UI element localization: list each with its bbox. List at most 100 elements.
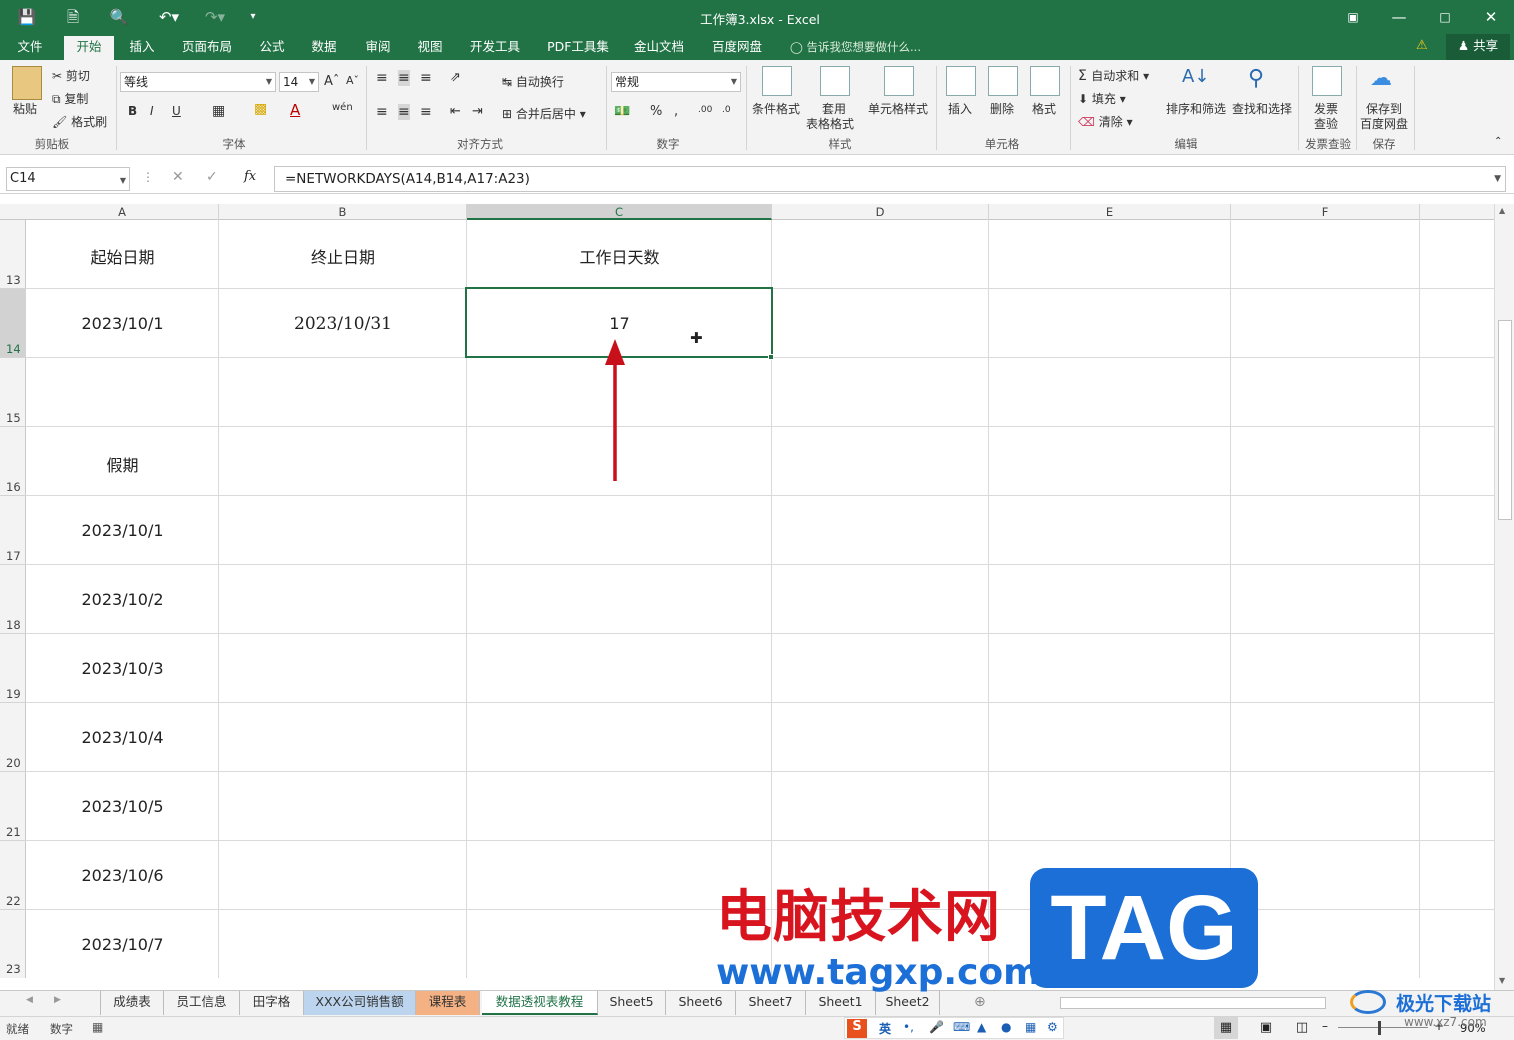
tab-baidu-netdisk[interactable]: 百度网盘 bbox=[704, 34, 770, 60]
row-header-16[interactable]: 16 bbox=[0, 427, 26, 496]
sheet-tab-sheet1[interactable]: Sheet1 bbox=[806, 991, 876, 1015]
column-header-d[interactable]: D bbox=[772, 204, 989, 220]
column-header-a[interactable]: A bbox=[26, 204, 219, 220]
cell-a18[interactable]: 2023/10/2 bbox=[26, 590, 219, 609]
tab-home[interactable]: 开始 bbox=[64, 36, 114, 60]
sheet-tab-grades[interactable]: 成绩表 bbox=[100, 991, 164, 1015]
invoice-check-icon[interactable] bbox=[1312, 66, 1342, 96]
cancel-icon[interactable]: ✕ bbox=[172, 169, 184, 185]
cell-a22[interactable]: 2023/10/6 bbox=[26, 866, 219, 885]
phonetic-icon[interactable]: wén bbox=[332, 102, 353, 113]
format-painter-button[interactable]: 🖌 格式刷 bbox=[52, 113, 107, 130]
ime-toolbox-icon[interactable]: ▦ bbox=[1025, 1020, 1036, 1034]
ime-game-icon[interactable]: ● bbox=[1001, 1020, 1011, 1034]
format-cells-button[interactable]: 格式 bbox=[1032, 100, 1056, 117]
row-header-18[interactable]: 18 bbox=[0, 565, 26, 634]
redo-icon[interactable]: ↷▾ bbox=[198, 6, 232, 28]
cell-a19[interactable]: 2023/10/3 bbox=[26, 659, 219, 678]
save-to-netdisk-line2[interactable]: 百度网盘 bbox=[1360, 115, 1408, 132]
tab-file[interactable]: 文件 bbox=[8, 34, 52, 60]
column-header-b[interactable]: B bbox=[219, 204, 467, 220]
sheet-tab-sheet6[interactable]: Sheet6 bbox=[666, 991, 736, 1015]
copy-button[interactable]: ⧉ 复制 bbox=[52, 90, 88, 107]
ime-voice-icon[interactable]: 🎤 bbox=[929, 1020, 944, 1034]
cell-a16[interactable]: 假期 bbox=[26, 452, 219, 476]
collapse-ribbon-icon[interactable]: ⌃ bbox=[1494, 136, 1502, 147]
conditional-format-icon[interactable] bbox=[762, 66, 792, 96]
cell-styles-button[interactable]: 单元格样式 bbox=[868, 100, 928, 117]
sheet-tab-tianzige[interactable]: 田字格 bbox=[240, 991, 304, 1015]
bold-icon[interactable]: B bbox=[128, 104, 137, 118]
insert-cells-icon[interactable] bbox=[946, 66, 976, 96]
maximize-icon[interactable]: □ bbox=[1434, 6, 1456, 28]
font-name-select[interactable]: 等线 ▼ bbox=[120, 72, 276, 92]
align-bottom-icon[interactable]: ≡ bbox=[420, 70, 432, 86]
align-left-icon[interactable]: ≡ bbox=[376, 104, 388, 120]
merge-center-button[interactable]: ⊞ 合并后居中 ▾ bbox=[502, 105, 586, 122]
tab-developer[interactable]: 开发工具 bbox=[462, 34, 528, 60]
wrap-text-button[interactable]: ↹ 自动换行 bbox=[502, 73, 564, 90]
tab-view[interactable]: 视图 bbox=[408, 34, 452, 60]
close-icon[interactable]: ✕ bbox=[1480, 6, 1502, 28]
tab-jinshan-docs[interactable]: 金山文档 bbox=[626, 34, 692, 60]
clear-button[interactable]: ⌫ 清除 ▾ bbox=[1078, 113, 1133, 130]
column-header-e[interactable]: E bbox=[989, 204, 1231, 220]
zoom-out-icon[interactable]: – bbox=[1322, 1019, 1328, 1033]
row-header-20[interactable]: 20 bbox=[0, 703, 26, 772]
customize-quick-access-icon[interactable]: ▾ bbox=[242, 6, 264, 28]
horizontal-scrollbar[interactable] bbox=[1060, 997, 1326, 1009]
sort-filter-button[interactable]: 排序和筛选 bbox=[1166, 100, 1226, 117]
cut-button[interactable]: ✂ 剪切 bbox=[52, 67, 90, 84]
normal-view-icon[interactable]: ▦ bbox=[1214, 1017, 1238, 1039]
sheet-tab-sheet5[interactable]: Sheet5 bbox=[598, 991, 666, 1015]
format-cells-icon[interactable] bbox=[1030, 66, 1060, 96]
grow-font-icon[interactable]: Aˆ bbox=[324, 74, 339, 89]
paste-button[interactable]: 粘贴 bbox=[13, 100, 37, 117]
increase-decimal-icon[interactable]: .00 bbox=[698, 105, 712, 115]
minimize-icon[interactable]: — bbox=[1388, 6, 1410, 28]
tab-pdf-tools[interactable]: PDF工具集 bbox=[540, 34, 616, 60]
row-header-23[interactable]: 23 bbox=[0, 910, 26, 978]
ime-skin-icon[interactable]: ▲ bbox=[977, 1020, 986, 1034]
ime-punct-icon[interactable]: •, bbox=[903, 1020, 914, 1034]
row-header-17[interactable]: 17 bbox=[0, 496, 26, 565]
percent-icon[interactable]: % bbox=[650, 104, 662, 119]
cell-a21[interactable]: 2023/10/5 bbox=[26, 797, 219, 816]
autosum-button[interactable]: Σ 自动求和 ▾ bbox=[1078, 67, 1149, 84]
column-header-c[interactable]: C bbox=[467, 204, 772, 220]
cell-a23[interactable]: 2023/10/7 bbox=[26, 935, 219, 954]
italic-icon[interactable]: I bbox=[150, 104, 154, 118]
align-top-icon[interactable]: ≡ bbox=[376, 70, 388, 86]
row-header-14[interactable]: 14 bbox=[0, 289, 26, 358]
sheet-tab-pivot-tutorial[interactable]: 数据透视表教程 bbox=[482, 991, 598, 1015]
format-as-table-line2[interactable]: 表格格式 bbox=[806, 115, 854, 132]
name-box[interactable]: C14 ▼ bbox=[6, 167, 130, 191]
invoice-check-line2[interactable]: 查验 bbox=[1314, 115, 1338, 132]
cell-b14[interactable]: 2023/10/31 bbox=[219, 314, 467, 334]
tab-review[interactable]: 审阅 bbox=[356, 34, 400, 60]
row-header-22[interactable]: 22 bbox=[0, 841, 26, 910]
row-header-13[interactable]: 13 bbox=[0, 220, 26, 289]
row-header-19[interactable]: 19 bbox=[0, 634, 26, 703]
insert-cells-button[interactable]: 插入 bbox=[948, 100, 972, 117]
fill-handle[interactable] bbox=[768, 354, 774, 360]
font-color-icon[interactable]: A bbox=[290, 101, 300, 119]
currency-icon[interactable]: 💵 bbox=[614, 104, 630, 119]
tab-data[interactable]: 数据 bbox=[302, 34, 346, 60]
ime-keyboard-icon[interactable]: ⌨ bbox=[953, 1020, 970, 1034]
sheet-next-icon[interactable]: ▶ bbox=[54, 995, 61, 1005]
ribbon-display-icon[interactable]: ▣ bbox=[1342, 6, 1364, 28]
add-sheet-icon[interactable]: ⊕ bbox=[974, 994, 986, 1010]
fill-color-icon[interactable]: ▩ bbox=[254, 101, 267, 117]
shrink-font-icon[interactable]: Aˇ bbox=[346, 74, 359, 87]
ime-settings-icon[interactable]: ⚙ bbox=[1047, 1020, 1058, 1034]
scroll-thumb[interactable] bbox=[1498, 320, 1512, 520]
preview-icon[interactable]: 🔍 bbox=[108, 6, 130, 28]
align-right-icon[interactable]: ≡ bbox=[420, 104, 432, 120]
print-preview-icon[interactable]: 🗎 bbox=[62, 6, 84, 28]
underline-icon[interactable]: U bbox=[172, 104, 181, 118]
decrease-indent-icon[interactable]: ⇤ bbox=[450, 104, 461, 119]
ime-english-icon[interactable]: 英 bbox=[879, 1020, 891, 1037]
zoom-slider-thumb[interactable] bbox=[1378, 1021, 1381, 1035]
align-center-icon[interactable]: ≡ bbox=[398, 104, 410, 120]
